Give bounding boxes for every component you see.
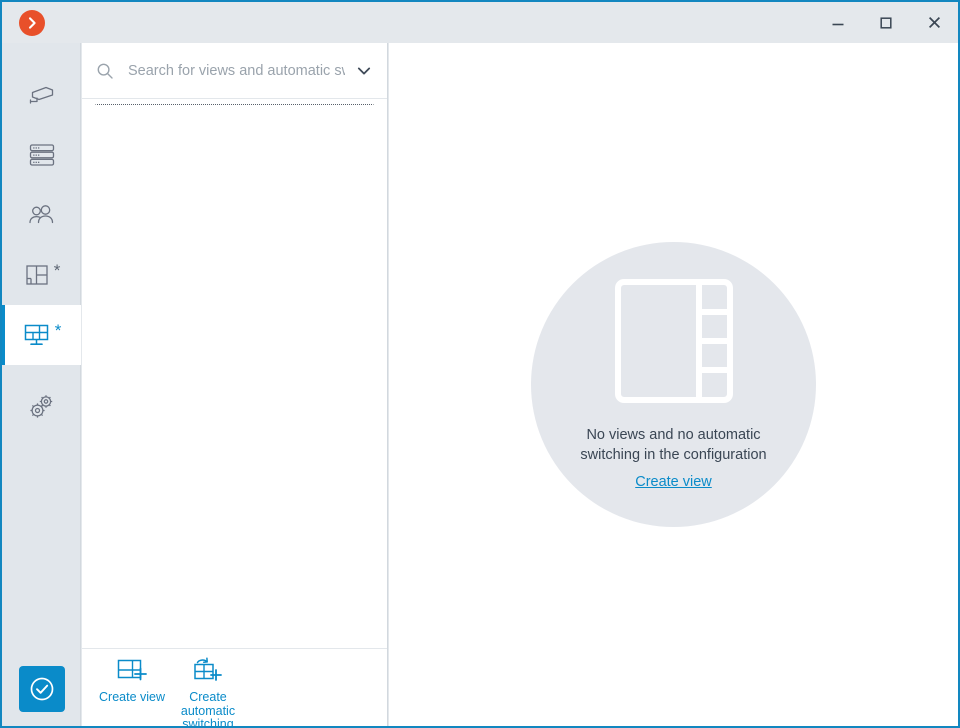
camera-icon <box>26 81 58 109</box>
views-panel: Create view Create automatic switching <box>82 43 388 726</box>
main-content: No views and no automatic switching in t… <box>389 43 958 726</box>
create-automatic-switching-icon <box>191 657 225 687</box>
panel-toolbar: Create view Create automatic switching <box>82 648 387 726</box>
check-circle-icon <box>30 677 54 701</box>
search-input[interactable] <box>126 61 347 80</box>
empty-state: No views and no automatic switching in t… <box>531 242 816 527</box>
empty-state-message: No views and no automatic switching in t… <box>580 427 767 463</box>
site-plan-icon <box>23 261 51 289</box>
create-view-icon <box>115 657 149 687</box>
list-focus-outline <box>95 104 374 648</box>
sidebar-item-cameras[interactable] <box>2 65 81 125</box>
sidebar-item-badge: * <box>54 320 62 340</box>
close-button[interactable] <box>910 2 958 43</box>
create-view-label: Create view <box>99 690 165 704</box>
search-icon <box>96 62 114 80</box>
views-monitor-icon <box>22 321 52 349</box>
views-list[interactable] <box>82 98 387 648</box>
confirm-button[interactable] <box>19 666 65 712</box>
servers-icon <box>27 141 57 169</box>
sidebar-item-settings[interactable] <box>2 377 81 437</box>
sidebar-item-site-navigation[interactable]: * <box>2 245 81 305</box>
application-window: * * Search for views and automatic switc… <box>0 0 960 728</box>
minimize-button[interactable] <box>814 2 862 43</box>
sidebar-item-users[interactable] <box>2 185 81 245</box>
search-bar <box>82 43 387 98</box>
create-automatic-switching-button[interactable]: Create automatic switching <box>170 655 246 728</box>
title-bar <box>2 2 958 43</box>
window-controls <box>814 2 958 43</box>
create-view-button[interactable]: Create view <box>94 655 170 705</box>
navigation-rail: * * <box>2 43 81 726</box>
layout-grid-icon <box>614 279 733 403</box>
sidebar-item-badge: * <box>53 260 61 280</box>
users-icon <box>26 201 58 229</box>
chevron-down-icon[interactable] <box>355 62 373 80</box>
app-logo-chevron-icon <box>19 9 45 36</box>
maximize-button[interactable] <box>862 2 910 43</box>
create-automatic-switching-label: Create automatic switching <box>180 690 236 728</box>
gears-settings-icon <box>26 392 58 422</box>
sidebar-item-views[interactable]: * <box>2 305 81 365</box>
create-view-link[interactable]: Create view <box>635 474 712 490</box>
sidebar-item-servers[interactable] <box>2 125 81 185</box>
